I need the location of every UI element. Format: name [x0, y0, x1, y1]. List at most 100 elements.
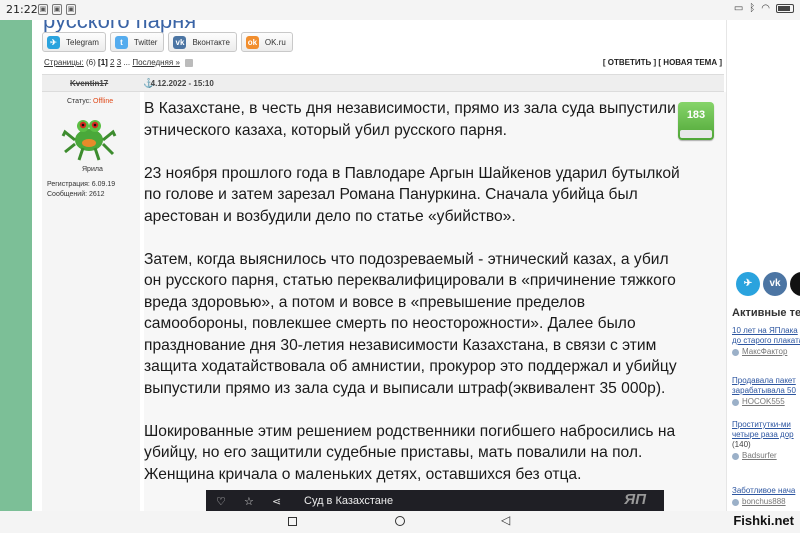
topic-user: HOCOK555 [732, 397, 800, 407]
cast-icon: ▭ [733, 3, 744, 14]
user-registration: Регистрация: 6.09.19 [47, 181, 116, 188]
notif-icon: ▣ [38, 4, 48, 15]
topic-user: МаксФактор [732, 347, 800, 357]
post-paragraph: 23 ноября прошлого года в Павлодаре Аргы… [144, 164, 680, 225]
topic-user: bonchus888 [732, 497, 800, 507]
back-button[interactable]: ◁ [501, 513, 510, 527]
post-author[interactable]: Kventin17 [70, 79, 108, 88]
twitter-icon: t [114, 35, 128, 49]
home-button[interactable] [395, 516, 405, 526]
user-icon [732, 348, 739, 356]
topic-link[interactable]: четыре раза дор [732, 430, 800, 440]
new-topic-link[interactable]: [ НОВАЯ ТЕМА ] [658, 58, 722, 67]
system-tray: ▭ ᛒ ◠ [734, 3, 794, 14]
user-status-value: Offline [93, 98, 114, 105]
notification-icons: ▣ ▣ ▣ [38, 4, 76, 15]
video-embed-header[interactable]: ♡ ☆ ⋖ Суд в Казахстане ЯП [206, 490, 664, 511]
pages-ellipsis: ... [123, 58, 131, 67]
last-page-link[interactable]: Последняя » [132, 58, 180, 67]
bluetooth-icon: ᛒ [749, 3, 756, 14]
topic-user: Badsurfer [732, 451, 800, 461]
post-body: В Казахстане, в честь дня независимости,… [144, 92, 726, 511]
system-navigation-bar: ◁ Fishki.net [0, 511, 800, 533]
current-page: [1] [98, 58, 108, 67]
post-date: 4.12.2022 - 15:10 [144, 79, 214, 88]
active-topics-title: Активные те [732, 307, 800, 319]
user-messages: Сообщений: 2612 [47, 191, 105, 198]
user-stats: Регистрация: 6.09.19 Сообщений: 2612 [47, 180, 115, 200]
user-icon [732, 498, 739, 506]
video-title[interactable]: Суд в Казахстане [304, 495, 393, 507]
avatar[interactable] [61, 110, 117, 162]
reply-link[interactable]: [ ОТВЕТИТЬ ] [603, 58, 656, 67]
share-telegram-button[interactable]: ✈ Telegram [42, 32, 106, 52]
x-icon[interactable] [790, 272, 800, 296]
user-icon [732, 398, 739, 406]
topic-link[interactable]: Проститутки-ми [732, 420, 800, 430]
share-vk-button[interactable]: vk Вконтакте [168, 32, 237, 52]
pagination: Страницы: (6) [1] 2 3 ... Последняя » [44, 58, 194, 67]
topic-comment-count: (140) [732, 440, 751, 449]
active-topic-item[interactable]: Проститутки-ми четыре раза дор (140) Bad… [732, 420, 800, 461]
topic-username[interactable]: Badsurfer [742, 451, 777, 461]
pager-menu-icon[interactable] [185, 58, 194, 67]
pages-count: (6) [86, 58, 96, 67]
topic-link[interactable]: зарабатывала 50 [732, 386, 800, 396]
wifi-icon: ◠ [761, 3, 770, 14]
notif-icon: ▣ [52, 4, 62, 15]
site-logo: Fishki.net [733, 513, 794, 528]
clock: 21:22 [6, 3, 38, 16]
user-status-label: Статус: [67, 98, 92, 105]
telegram-icon[interactable]: ✈ [736, 272, 760, 296]
share-button-label: Twitter [133, 37, 158, 47]
vk-icon: vk [173, 35, 187, 49]
page-link-3[interactable]: 3 [117, 58, 121, 67]
topic-link[interactable]: Продавала пакет [732, 376, 800, 386]
pages-label[interactable]: Страницы: [44, 58, 84, 67]
pager-row: Страницы: (6) [1] 2 3 ... Последняя » [ … [44, 58, 724, 72]
active-topic-item[interactable]: 10 лет на ЯПлака до старого плаката Макс… [732, 326, 800, 357]
post-user-info: Статус: Offline Ярила Регистрация: 6.09.… [42, 92, 140, 511]
star-icon[interactable]: ☆ [244, 495, 254, 508]
recent-apps-button[interactable] [288, 517, 297, 526]
post-date-text: 4.12.2022 - 15:10 [150, 79, 214, 88]
user-status: Статус: Offline [67, 98, 113, 105]
post-text: В Казахстане, в честь дня независимости,… [144, 98, 684, 507]
share-button-label: Вконтакте [192, 37, 230, 47]
topic-link[interactable]: Заботливое нача [732, 486, 800, 496]
telegram-icon: ✈ [47, 35, 60, 49]
left-background-strip [0, 20, 32, 511]
right-sidebar: ✈ vk Активные те 10 лет на ЯПлака до ста… [726, 20, 800, 511]
share-ok-button[interactable]: ok OK.ru [240, 32, 293, 52]
topic-username[interactable]: bonchus888 [742, 497, 786, 507]
share-icon[interactable]: ⋖ [272, 495, 281, 508]
post-paragraph: Шокированные этим решением родственники … [144, 422, 676, 483]
system-status-bar: 21:22 ▣ ▣ ▣ ▭ ᛒ ◠ [0, 0, 800, 20]
sidebar-divider [726, 20, 727, 511]
share-buttons: ✈ Telegram t Twitter vk Вконтакте ok OK.… [42, 32, 293, 52]
share-button-label: Telegram [66, 37, 99, 47]
post-paragraph: Затем, когда выяснилось что подозреваемы… [144, 250, 677, 397]
post-paragraph: В Казахстане, в честь дня независимости,… [144, 100, 676, 139]
share-twitter-button[interactable]: t Twitter [109, 32, 165, 52]
topic-link[interactable]: 10 лет на ЯПлака [732, 326, 800, 336]
topic-link[interactable]: до старого плаката [732, 336, 800, 346]
topic-username[interactable]: МаксФактор [742, 347, 787, 357]
user-rank: Ярила [82, 166, 103, 173]
rating-badge[interactable]: 183 [678, 102, 714, 140]
topic-username[interactable]: HOCOK555 [742, 397, 785, 407]
topic-actions: [ ОТВЕТИТЬ ] [ НОВАЯ ТЕМА ] [603, 58, 722, 67]
ok-icon: ok [245, 35, 259, 49]
share-button-label: OK.ru [264, 37, 286, 47]
user-icon [732, 452, 739, 460]
active-topic-item[interactable]: Продавала пакет зарабатывала 50 HOCOK555 [732, 376, 800, 407]
page-link-2[interactable]: 2 [110, 58, 114, 67]
notif-icon: ▣ [66, 4, 76, 15]
post-header: Kventin17 ⚓ 4.12.2022 - 15:10 [42, 74, 724, 92]
active-topic-item[interactable]: Заботливое нача bonchus888 [732, 486, 800, 507]
main-content: русского парня ✈ Telegram t Twitter vk В… [40, 20, 726, 511]
video-watermark: ЯП [624, 491, 646, 508]
vk-icon[interactable]: vk [763, 272, 787, 296]
battery-icon [776, 4, 794, 13]
heart-icon[interactable]: ♡ [216, 495, 226, 508]
